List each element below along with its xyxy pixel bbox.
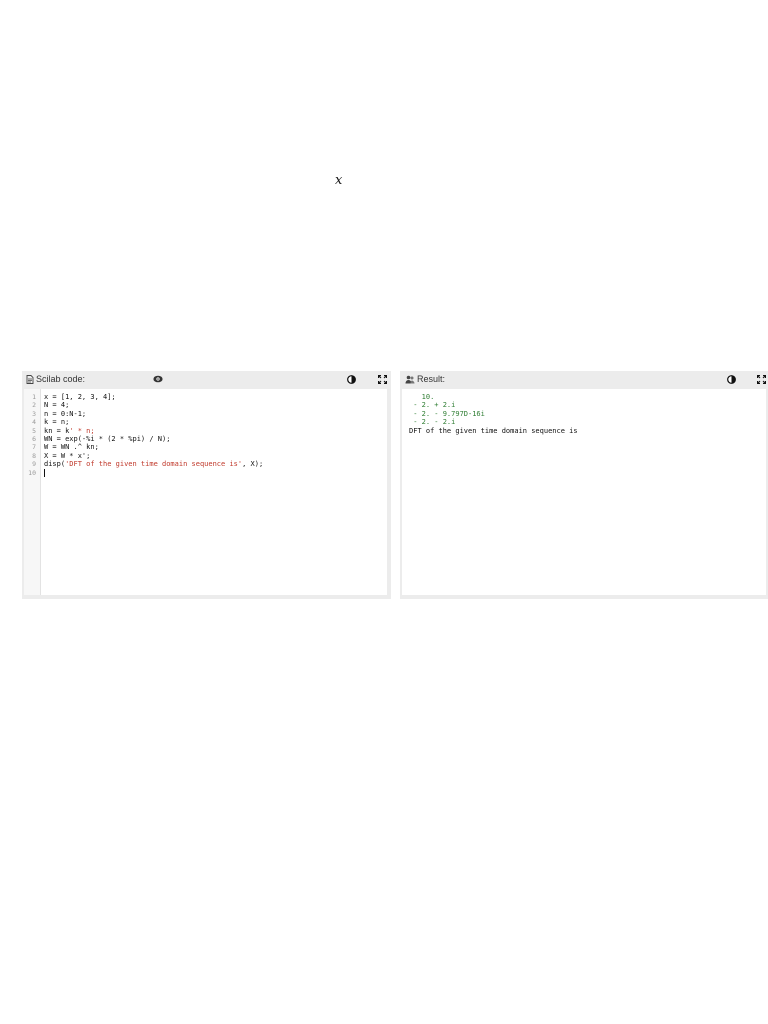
line-number: 3 (32, 409, 36, 418)
code-line: kn = k' * n; (44, 427, 387, 435)
code-line (44, 468, 387, 477)
contrast-icon[interactable] (727, 375, 736, 386)
line-number: 6 (32, 434, 36, 443)
output-line: DFT of the given time domain sequence is (409, 426, 578, 435)
line-number: 8 (32, 451, 36, 460)
file-icon (26, 375, 34, 386)
line-number-gutter: 1 2 3 4 5 6 7 8 9 10 (24, 389, 41, 595)
text-cursor (44, 468, 45, 477)
code-line: n = 0:N-1; (44, 409, 87, 418)
code-text-area[interactable]: x = [1, 2, 3, 4]; N = 4; n = 0:N-1; k = … (44, 393, 387, 477)
code-panel-title: Scilab code: (36, 374, 86, 384)
code-line: WN = exp(-%i * (2 * %pi) / N); (44, 434, 171, 443)
code-line: N = 4; (44, 401, 70, 410)
line-number: 10 (28, 468, 36, 477)
scilab-code-panel: Scilab code: 1 2 3 4 5 6 7 8 9 10 x = [1… (22, 371, 391, 599)
code-line: X = W * x'; (44, 451, 91, 460)
code-line: k = n; (44, 418, 70, 427)
code-string-token: 'DFT of the given time domain sequence i… (65, 460, 243, 469)
fullscreen-icon[interactable] (756, 374, 767, 386)
line-number: 4 (32, 418, 36, 427)
code-line: x = [1, 2, 3, 4]; (44, 393, 116, 401)
line-number: 1 (32, 393, 36, 401)
line-number: 5 (32, 426, 36, 435)
output-line: - 2. - 2.i (409, 418, 456, 427)
contrast-icon[interactable] (347, 375, 356, 386)
fullscreen-icon[interactable] (377, 374, 388, 386)
users-icon (405, 375, 415, 386)
result-panel-header: Result: (400, 371, 768, 388)
code-line: disp('DFT of the given time domain seque… (44, 460, 387, 468)
code-line: W = WN .^ kn; (44, 443, 99, 452)
code-string-token: ' * n; (69, 426, 95, 435)
result-panel: Result: 10. - 2. + 2.i - 2. - 9.797D-16i… (400, 371, 768, 599)
output-line: 10. (409, 393, 435, 401)
code-token: kn = k (44, 426, 70, 435)
line-number: 7 (32, 443, 36, 452)
code-token: , X); (242, 460, 264, 469)
line-number: 2 (32, 401, 36, 410)
code-editor[interactable]: 1 2 3 4 5 6 7 8 9 10 x = [1, 2, 3, 4]; N… (24, 389, 387, 595)
code-panel-header: Scilab code: (22, 371, 391, 388)
output-line: - 2. - 9.797D-16i (409, 409, 485, 418)
result-panel-title: Result: (417, 374, 446, 384)
result-output-area: 10. - 2. + 2.i - 2. - 9.797D-16i - 2. - … (402, 389, 766, 595)
output-line: - 2. + 2.i (409, 401, 456, 410)
code-token: disp( (44, 460, 66, 469)
math-symbol-x: x (335, 173, 343, 188)
line-number: 9 (32, 460, 36, 469)
eye-icon[interactable] (153, 375, 163, 385)
